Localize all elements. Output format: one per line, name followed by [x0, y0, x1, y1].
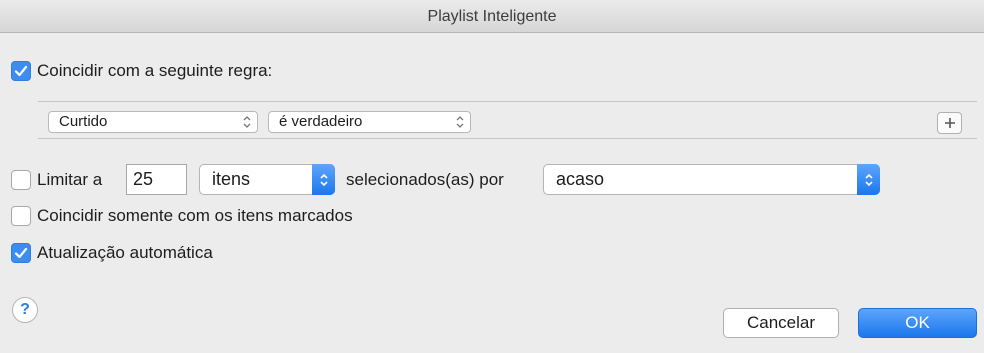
checked-only-checkbox[interactable] [11, 206, 31, 226]
live-update-label: Atualização automática [37, 243, 213, 262]
window-title: Playlist Inteligente [0, 0, 984, 33]
updown-arrows-icon [243, 116, 251, 128]
rule-condition-value: é verdadeiro [279, 113, 363, 130]
limit-unit-value: itens [212, 169, 251, 189]
checkmark-icon [14, 65, 28, 77]
checkmark-icon [14, 247, 28, 259]
selection-method-select[interactable]: acaso [543, 164, 880, 195]
help-button[interactable]: ? [12, 297, 38, 323]
limit-checkbox[interactable] [11, 170, 31, 190]
updown-arrows-icon [456, 116, 464, 128]
add-rule-button[interactable] [937, 112, 962, 134]
limit-label: Limitar a [37, 170, 103, 189]
match-rule-checkbox[interactable] [11, 61, 31, 81]
plus-icon [944, 118, 955, 128]
match-rule-label: Coincidir com a seguinte regra: [37, 61, 273, 80]
rule-field-value: Curtido [59, 113, 108, 130]
limit-amount-field[interactable]: 25 [126, 164, 187, 195]
selection-method-value: acaso [556, 169, 605, 189]
cancel-button[interactable]: Cancelar [723, 308, 839, 338]
ok-button[interactable]: OK [858, 308, 977, 338]
stepper-arrows-icon [312, 164, 335, 195]
live-update-checkbox[interactable] [11, 243, 31, 263]
rule-field-select[interactable]: Curtido [48, 111, 258, 133]
limit-unit-select[interactable]: itens [199, 164, 335, 195]
stepper-arrows-icon [857, 164, 880, 195]
checked-only-label: Coincidir somente com os itens marcados [37, 206, 353, 225]
rule-condition-select[interactable]: é verdadeiro [268, 111, 471, 133]
selected-by-label: selecionados(as) por [346, 170, 504, 189]
